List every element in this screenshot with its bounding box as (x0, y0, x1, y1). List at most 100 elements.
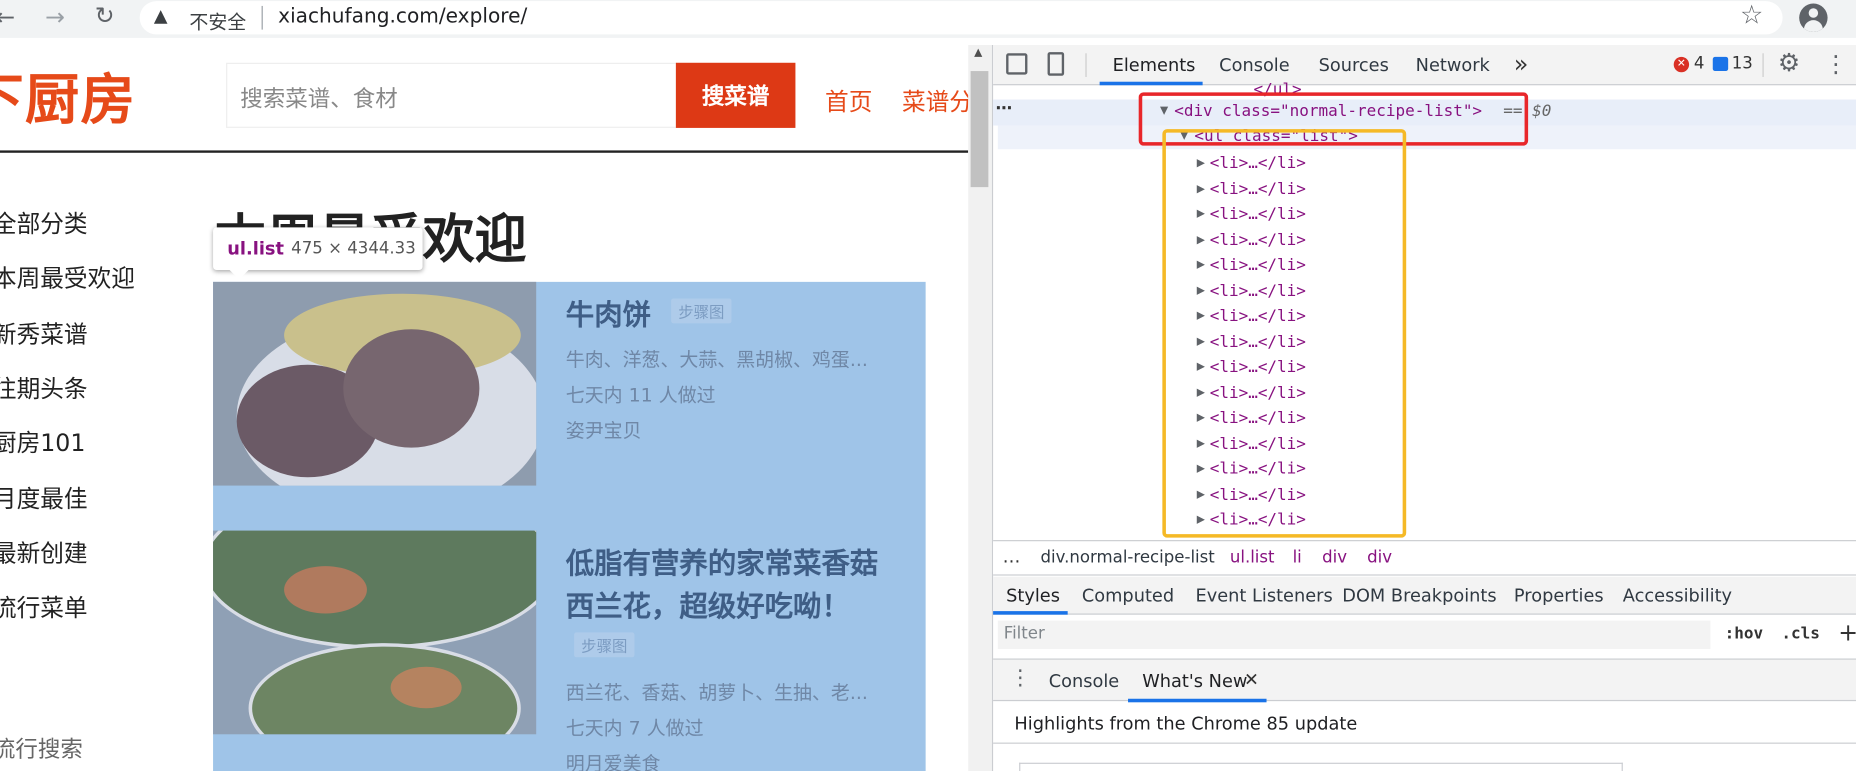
expand-triangle-icon[interactable]: ▶ (1197, 412, 1210, 424)
scroll-up-arrow-icon[interactable]: ▲ (974, 47, 982, 59)
li-tag[interactable]: <li>…</li> (1210, 205, 1306, 224)
li-tag[interactable]: <li>…</li> (1210, 409, 1306, 428)
page-scrollbar-track[interactable]: ▲ (968, 45, 992, 771)
expand-triangle-icon[interactable]: ▶ (1197, 463, 1210, 475)
li-tag[interactable]: <li>…</li> (1210, 358, 1306, 377)
recipe-author[interactable]: 明月爱美食 (566, 747, 661, 771)
error-icon[interactable]: ✕ (1673, 56, 1690, 73)
message-count[interactable]: 13 (1732, 54, 1753, 73)
expand-triangle-icon[interactable]: ▶ (1197, 361, 1210, 373)
li-element-row[interactable]: ▶ <li>…</li> (1197, 279, 1306, 303)
li-tag[interactable]: <li>…</li> (1210, 332, 1306, 351)
expand-triangle-icon[interactable]: ▶ (1197, 285, 1210, 297)
dom-ellipsis-icon[interactable]: ⋯ (995, 99, 1012, 118)
forward-icon[interactable]: → (45, 2, 65, 30)
expand-triangle-icon[interactable]: ▶ (1197, 234, 1210, 246)
message-icon[interactable] (1712, 56, 1729, 72)
li-tag[interactable]: <li>…</li> (1210, 485, 1306, 504)
sidebar-popular-search[interactable]: 流行搜索 (0, 732, 83, 764)
li-element-row[interactable]: ▶ <li>…</li> (1197, 330, 1306, 354)
hov-toggle[interactable]: :hov (1725, 624, 1763, 643)
url-field[interactable]: ▲ 不安全 xiachufang.com/explore/ ☆ (139, 1, 1783, 35)
sidebar-item-all[interactable]: 全部分类 (0, 205, 88, 239)
sidebar-item-headlines[interactable]: 往期头条 (0, 370, 88, 404)
nav-home[interactable]: 首页 (825, 83, 872, 117)
recipe-image[interactable] (213, 281, 537, 486)
li-element-row[interactable]: ▶ <li>…</li> (1197, 406, 1306, 430)
security-label[interactable]: 不安全 (189, 6, 246, 34)
more-options-icon[interactable]: ⋮ (1824, 50, 1848, 78)
tab-elements[interactable]: Elements (1113, 54, 1196, 75)
bookmark-star-icon[interactable]: ☆ (1740, 1, 1763, 31)
recipe-title-line1[interactable]: 低脂有营养的家常菜香菇 (566, 540, 878, 581)
cls-toggle[interactable]: .cls (1781, 624, 1819, 643)
li-element-row[interactable]: ▶ <li>…</li> (1197, 152, 1306, 176)
li-tag[interactable]: <li>…</li> (1210, 154, 1306, 173)
sidebar-item-newbie[interactable]: 新秀菜谱 (0, 315, 88, 349)
breadcrumb-div-inner[interactable]: div (1367, 548, 1392, 567)
breadcrumb-div[interactable]: div (1322, 548, 1347, 567)
expand-triangle-icon[interactable]: ▶ (1197, 158, 1210, 170)
expand-triangle-icon[interactable]: ▶ (1197, 208, 1210, 220)
recipe-image[interactable] (213, 530, 537, 735)
expand-triangle-icon[interactable]: ▶ (1197, 259, 1210, 271)
li-tag[interactable]: <li>…</li> (1210, 460, 1306, 479)
li-element-row[interactable]: ▶ <li>…</li> (1197, 508, 1306, 532)
li-element-row[interactable]: ▶ <li>…</li> (1197, 483, 1306, 507)
tab-styles[interactable]: Styles (1006, 585, 1060, 606)
li-element-row[interactable]: ▶ <li>…</li> (1197, 432, 1306, 456)
tab-computed[interactable]: Computed (1082, 585, 1174, 606)
li-element-row[interactable]: ▶ <li>…</li> (1197, 253, 1306, 277)
expand-triangle-icon[interactable]: ▶ (1197, 183, 1210, 195)
breadcrumb-ul-list[interactable]: ul.list (1230, 548, 1275, 567)
error-count[interactable]: 4 (1694, 54, 1705, 73)
sidebar-item-monthly[interactable]: 月度最佳 (0, 480, 88, 514)
tab-sources[interactable]: Sources (1319, 54, 1389, 75)
li-element-row[interactable]: ▶ <li>…</li> (1197, 457, 1306, 481)
li-element-row[interactable]: ▶ <li>…</li> (1197, 355, 1306, 379)
site-logo[interactable]: 下厨房 (0, 57, 136, 135)
li-tag[interactable]: <li>…</li> (1210, 179, 1306, 198)
breadcrumb-ellipsis[interactable]: … (1003, 546, 1021, 567)
li-element-row[interactable]: ▶ <li>…</li> (1197, 381, 1306, 405)
filter-input[interactable]: Filter (997, 620, 1711, 650)
li-tag[interactable]: <li>…</li> (1210, 256, 1306, 275)
sidebar-item-latest[interactable]: 最新创建 (0, 534, 88, 568)
li-element-row[interactable]: ▶ <li>…</li> (1197, 228, 1306, 252)
tab-console[interactable]: Console (1219, 54, 1289, 75)
li-tag[interactable]: <li>…</li> (1210, 281, 1306, 300)
expand-triangle-icon[interactable]: ▶ (1197, 514, 1210, 526)
nav-categories[interactable]: 菜谱分类 (902, 83, 968, 117)
li-element-row[interactable]: ▶ <li>…</li> (1197, 304, 1306, 328)
drawer-tab-whats-new[interactable]: What's New (1142, 670, 1247, 691)
recipe-title-line2[interactable]: 西兰花，超级好吃呦！ (566, 583, 850, 624)
li-tag[interactable]: <li>…</li> (1210, 510, 1306, 529)
sidebar-item-weekly[interactable]: 本周最受欢迎 (0, 259, 135, 293)
url-text[interactable]: xiachufang.com/explore/ (278, 5, 527, 29)
tab-network[interactable]: Network (1416, 54, 1490, 75)
expand-triangle-icon[interactable]: ▶ (1197, 336, 1210, 348)
recipe-title[interactable]: 牛肉饼 (566, 291, 651, 332)
profile-avatar-icon[interactable] (1799, 3, 1828, 32)
inspect-element-icon[interactable] (1006, 53, 1028, 75)
expand-triangle-icon[interactable]: ▶ (1197, 489, 1210, 501)
settings-gear-icon[interactable]: ⚙ (1778, 49, 1800, 77)
li-element-row[interactable]: ▶ <li>…</li> (1197, 203, 1306, 227)
search-input[interactable]: 搜索菜谱、食材 (226, 62, 678, 128)
search-button[interactable]: 搜菜谱 (675, 62, 796, 128)
recipe-author[interactable]: 姿尹宝贝 (566, 415, 642, 443)
more-tabs-icon[interactable]: » (1514, 50, 1529, 78)
li-tag[interactable]: <li>…</li> (1210, 307, 1306, 326)
li-tag[interactable]: <li>…</li> (1210, 434, 1306, 453)
back-icon[interactable]: ← (0, 2, 15, 30)
tab-accessibility[interactable]: Accessibility (1623, 585, 1732, 606)
sidebar-item-menus[interactable]: 流行菜单 (0, 589, 88, 623)
close-icon[interactable]: ✕ (1244, 669, 1259, 690)
reload-icon[interactable]: ↻ (95, 1, 115, 29)
li-tag[interactable]: <li>…</li> (1210, 230, 1306, 249)
tab-properties[interactable]: Properties (1514, 585, 1604, 606)
expand-triangle-icon[interactable]: ▶ (1197, 438, 1210, 450)
warning-icon[interactable]: ▲ (154, 5, 168, 26)
breadcrumb-div-list[interactable]: div.normal-recipe-list (1040, 548, 1214, 567)
sidebar-item-kitchen101[interactable]: 厨房101 (0, 424, 85, 458)
